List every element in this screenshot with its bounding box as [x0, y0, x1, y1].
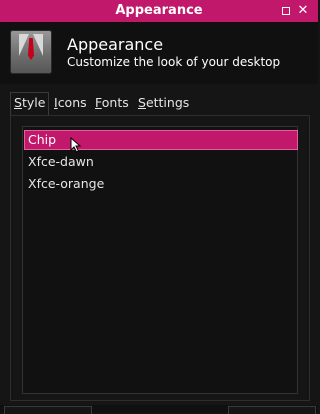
maximize-icon[interactable]: [280, 5, 292, 17]
style-tab-panel: Chip Xfce-dawn Xfce-orange: [10, 115, 310, 401]
dialog-header: Appearance Customize the look of your de…: [0, 22, 318, 84]
theme-item-xfce-orange[interactable]: Xfce-orange: [24, 174, 298, 194]
theme-list[interactable]: Chip Xfce-dawn Xfce-orange: [22, 126, 298, 394]
theme-item-chip[interactable]: Chip: [24, 130, 298, 150]
theme-item-xfce-dawn[interactable]: Xfce-dawn: [24, 152, 298, 172]
tab-icons[interactable]: Icons: [51, 93, 90, 113]
tab-fonts[interactable]: Fonts: [92, 93, 132, 113]
header-title: Appearance: [67, 35, 164, 54]
close-icon[interactable]: ✕: [297, 4, 309, 17]
mouse-pointer-icon: [70, 137, 82, 153]
tab-settings[interactable]: Settings: [135, 93, 192, 113]
title-bar[interactable]: Appearance ✕: [0, 0, 318, 22]
collar-right-shape: [33, 34, 43, 56]
collar-left-shape: [19, 34, 29, 56]
tab-style[interactable]: Style: [10, 92, 50, 115]
header-subtitle: Customize the look of your desktop: [67, 55, 281, 69]
appearance-suit-tie-icon: [10, 30, 52, 74]
window-title: Appearance: [115, 3, 203, 18]
